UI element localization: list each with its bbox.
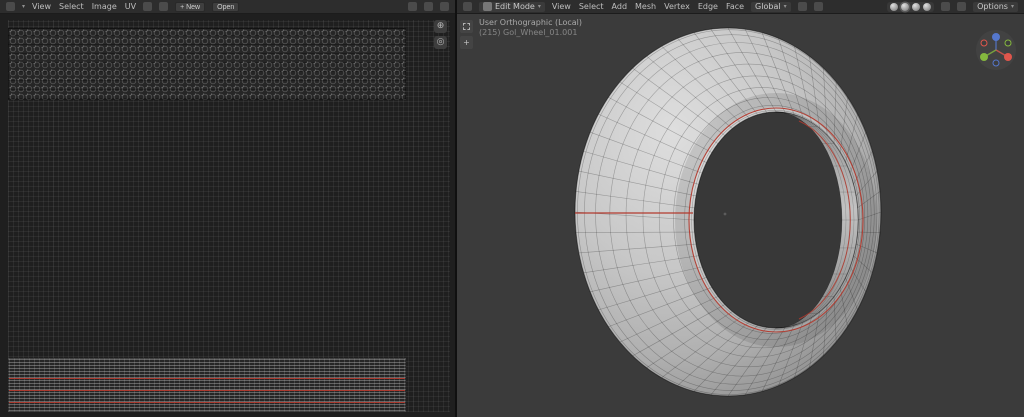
chevron-down-icon: ▾ (783, 3, 787, 10)
edit-mode-icon (483, 2, 492, 11)
uv-menu-image[interactable]: Image (92, 2, 117, 11)
viewport-menu-mesh[interactable]: Mesh (635, 2, 656, 11)
material-shading-icon[interactable] (912, 2, 921, 11)
zoom-icon[interactable]: ⊕ (434, 20, 447, 33)
chevron-down-icon: ▾ (22, 3, 26, 10)
viewport-menus: View Select Add Mesh Vertex Edge Face (552, 2, 744, 11)
pivot-icon[interactable] (143, 2, 153, 11)
uv-editor-menus: View Select Image UV (32, 2, 136, 11)
new-image-button[interactable]: + New (175, 1, 206, 12)
uv-editor-canvas[interactable]: ⊕ ◎ (0, 14, 455, 417)
mode-selector[interactable]: Edit Mode ▾ (479, 1, 545, 12)
solid-shading-icon[interactable] (901, 2, 910, 11)
viewport-3d[interactable]: User Orthographic (Local) (215) Gol_Whee… (457, 14, 1024, 417)
navigation-gizmo[interactable] (974, 28, 1018, 72)
uv-menu-view[interactable]: View (32, 2, 51, 11)
viewport-header: Edit Mode ▾ View Select Add Mesh Vertex Edge F… (457, 0, 1024, 14)
editor-type-icon[interactable] (6, 2, 15, 11)
viewport-editor-icon[interactable] (463, 2, 472, 11)
uv-seam-line (9, 402, 405, 403)
orientation-label: Global (755, 2, 781, 11)
rendered-shading-icon[interactable] (923, 2, 932, 11)
show-gizmo-icon[interactable] (941, 2, 951, 11)
viewport-menu-vertex[interactable]: Vertex (664, 2, 690, 11)
viewport-menu-select[interactable]: Select (579, 2, 604, 11)
mode-label: Edit Mode (495, 2, 535, 11)
viewport-menu-view[interactable]: View (552, 2, 571, 11)
snap-magnet-icon[interactable] (797, 2, 807, 11)
wireframe-shading-icon[interactable] (890, 2, 899, 11)
dashed-box-icon (463, 23, 470, 30)
torus-mesh[interactable] (457, 14, 1024, 417)
shading-mode-group (887, 1, 935, 12)
pin-icon[interactable]: ◎ (434, 36, 447, 49)
options-label: Options (977, 2, 1008, 11)
viewport-menu-add[interactable]: Add (612, 2, 628, 11)
uv-menu-uv[interactable]: UV (125, 2, 136, 11)
overlays-icon[interactable] (440, 2, 449, 11)
editor-divider[interactable] (455, 0, 457, 417)
uv-seam-line (9, 378, 405, 379)
open-image-button[interactable]: Open (212, 1, 240, 12)
cursor-tool-icon[interactable]: + (460, 36, 473, 49)
proportional-edit-icon[interactable] (813, 2, 823, 11)
uv-menu-select[interactable]: Select (59, 2, 84, 11)
uv-select-mode-icon[interactable] (424, 2, 433, 11)
chevron-down-icon: ▾ (1010, 3, 1014, 10)
uv-island-dense-top (8, 28, 406, 100)
box-select-tool-icon[interactable] (460, 20, 473, 33)
snap-icon[interactable] (159, 2, 169, 11)
uv-island-dense-bottom (8, 358, 406, 412)
viewport-menu-edge[interactable]: Edge (698, 2, 718, 11)
uv-sync-select-icon[interactable] (408, 2, 417, 11)
viewport-menu-face[interactable]: Face (726, 2, 744, 11)
transform-orientation-dropdown[interactable]: Global ▾ (751, 1, 791, 12)
options-dropdown[interactable]: Options ▾ (973, 1, 1018, 12)
show-overlays-icon[interactable] (957, 2, 967, 11)
chevron-down-icon: ▾ (537, 3, 541, 10)
uv-editor-header: ▾ View Select Image UV + New Open (0, 0, 455, 14)
uv-seam-line (9, 390, 405, 391)
